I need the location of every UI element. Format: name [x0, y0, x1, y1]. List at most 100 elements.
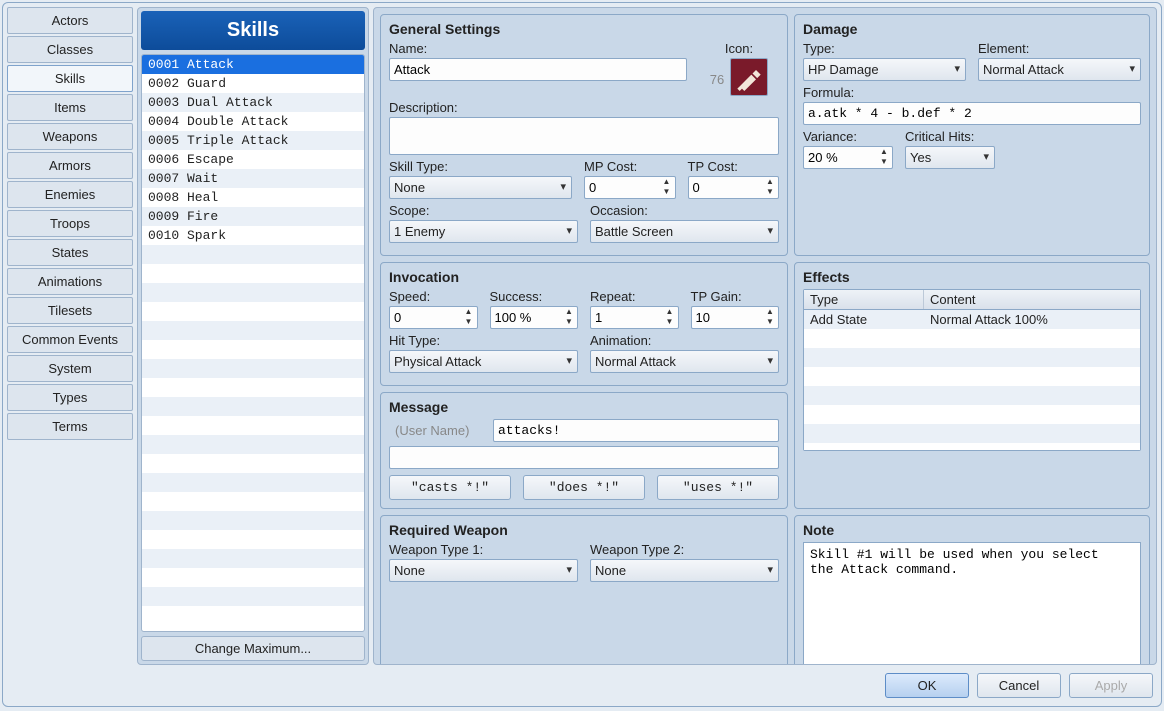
tab-items[interactable]: Items [7, 94, 133, 121]
skill-list[interactable]: 0001 Attack0002 Guard0003 Dual Attack000… [141, 54, 365, 632]
damage-group: Damage Type: HP Damage Element: Normal A… [794, 14, 1150, 256]
table-row-empty[interactable] [804, 348, 1140, 367]
icon-label: Icon: [725, 41, 753, 56]
list-item-empty[interactable] [142, 473, 364, 492]
hit-type-select[interactable]: Physical Attack [389, 350, 578, 373]
list-item-empty[interactable] [142, 549, 364, 568]
skill-list-panel: Skills 0001 Attack0002 Guard0003 Dual At… [137, 7, 369, 665]
scope-select[interactable]: 1 Enemy [389, 220, 578, 243]
list-item-empty[interactable] [142, 397, 364, 416]
table-row-empty[interactable] [804, 424, 1140, 443]
critical-hits-select[interactable]: Yes [905, 146, 995, 169]
list-item-empty[interactable] [142, 530, 364, 549]
list-item-empty[interactable] [142, 340, 364, 359]
spinner-icon[interactable]: ▲▼ [663, 308, 677, 327]
table-row-empty[interactable] [804, 405, 1140, 424]
list-item-empty[interactable] [142, 245, 364, 264]
list-item-empty[interactable] [142, 359, 364, 378]
tp-cost-label: TP Cost: [688, 159, 780, 174]
name-input[interactable] [389, 58, 687, 81]
list-item[interactable]: 0004 Double Attack [142, 112, 364, 131]
list-item-empty[interactable] [142, 587, 364, 606]
tab-states[interactable]: States [7, 239, 133, 266]
list-header: Skills [141, 11, 365, 50]
apply-button[interactable]: Apply [1069, 673, 1153, 698]
preset-casts-button[interactable]: "casts *!" [389, 475, 511, 500]
list-item-empty[interactable] [142, 454, 364, 473]
spinner-icon[interactable]: ▲▼ [660, 178, 674, 197]
table-row-empty[interactable] [804, 443, 1140, 450]
list-item-empty[interactable] [142, 302, 364, 321]
weapon-type2-select[interactable]: None [590, 559, 779, 582]
tab-common-events[interactable]: Common Events [7, 326, 133, 353]
note-textarea[interactable] [803, 542, 1141, 665]
list-item-empty[interactable] [142, 264, 364, 283]
list-item[interactable]: 0003 Dual Attack [142, 93, 364, 112]
list-item-empty[interactable] [142, 511, 364, 530]
tab-weapons[interactable]: Weapons [7, 123, 133, 150]
weapon-type1-select[interactable]: None [389, 559, 578, 582]
spinner-icon[interactable]: ▲▼ [562, 308, 576, 327]
hit-type-label: Hit Type: [389, 333, 578, 348]
element-select[interactable]: Normal Attack [978, 58, 1141, 81]
effects-table[interactable]: Type Content Add StateNormal Attack 100% [803, 289, 1141, 451]
required-weapon-group: Required Weapon Weapon Type 1:None Weapo… [380, 515, 788, 665]
skill-type-select[interactable]: None [389, 176, 572, 199]
tab-troops[interactable]: Troops [7, 210, 133, 237]
list-item[interactable]: 0002 Guard [142, 74, 364, 93]
tab-enemies[interactable]: Enemies [7, 181, 133, 208]
ok-button[interactable]: OK [885, 673, 969, 698]
list-item[interactable]: 0009 Fire [142, 207, 364, 226]
icon-index: 76 [710, 72, 724, 87]
tab-system[interactable]: System [7, 355, 133, 382]
icon-picker[interactable] [730, 58, 768, 96]
table-row-empty[interactable] [804, 386, 1140, 405]
list-item-empty[interactable] [142, 378, 364, 397]
list-item-empty[interactable] [142, 606, 364, 625]
message-line2-input[interactable] [389, 446, 779, 469]
animation-select[interactable]: Normal Attack [590, 350, 779, 373]
list-item[interactable]: 0010 Spark [142, 226, 364, 245]
skill-icon [735, 63, 763, 91]
tab-animations[interactable]: Animations [7, 268, 133, 295]
table-row-empty[interactable] [804, 329, 1140, 348]
formula-input[interactable] [803, 102, 1141, 125]
list-item-empty[interactable] [142, 568, 364, 587]
message-line1-input[interactable] [493, 419, 779, 442]
occasion-select[interactable]: Battle Screen [590, 220, 779, 243]
cancel-button[interactable]: Cancel [977, 673, 1061, 698]
list-item-empty[interactable] [142, 321, 364, 340]
change-maximum-button[interactable]: Change Maximum... [141, 636, 365, 661]
list-item[interactable]: 0006 Escape [142, 150, 364, 169]
tab-skills[interactable]: Skills [7, 65, 133, 92]
spinner-icon[interactable]: ▲▼ [763, 308, 777, 327]
tab-tilesets[interactable]: Tilesets [7, 297, 133, 324]
preset-uses-button[interactable]: "uses *!" [657, 475, 779, 500]
tab-types[interactable]: Types [7, 384, 133, 411]
list-item[interactable]: 0007 Wait [142, 169, 364, 188]
table-row[interactable]: Add StateNormal Attack 100% [804, 310, 1140, 329]
list-item-empty[interactable] [142, 283, 364, 302]
message-title: Message [389, 399, 779, 415]
tab-armors[interactable]: Armors [7, 152, 133, 179]
list-item[interactable]: 0005 Triple Attack [142, 131, 364, 150]
damage-type-select[interactable]: HP Damage [803, 58, 966, 81]
spinner-icon[interactable]: ▲▼ [462, 308, 476, 327]
list-item-empty[interactable] [142, 416, 364, 435]
effects-group: Effects Type Content Add StateNormal Att… [794, 262, 1150, 509]
preset-does-button[interactable]: "does *!" [523, 475, 645, 500]
list-item-empty[interactable] [142, 435, 364, 454]
skill-type-label: Skill Type: [389, 159, 572, 174]
spinner-icon[interactable]: ▲▼ [763, 178, 777, 197]
tab-actors[interactable]: Actors [7, 7, 133, 34]
list-item[interactable]: 0008 Heal [142, 188, 364, 207]
description-input[interactable] [389, 117, 779, 155]
table-row-empty[interactable] [804, 367, 1140, 386]
tab-classes[interactable]: Classes [7, 36, 133, 63]
tab-terms[interactable]: Terms [7, 413, 133, 440]
list-item[interactable]: 0001 Attack [142, 55, 364, 74]
description-label: Description: [389, 100, 779, 115]
effects-title: Effects [803, 269, 1141, 285]
list-item-empty[interactable] [142, 492, 364, 511]
spinner-icon[interactable]: ▲▼ [877, 148, 891, 167]
